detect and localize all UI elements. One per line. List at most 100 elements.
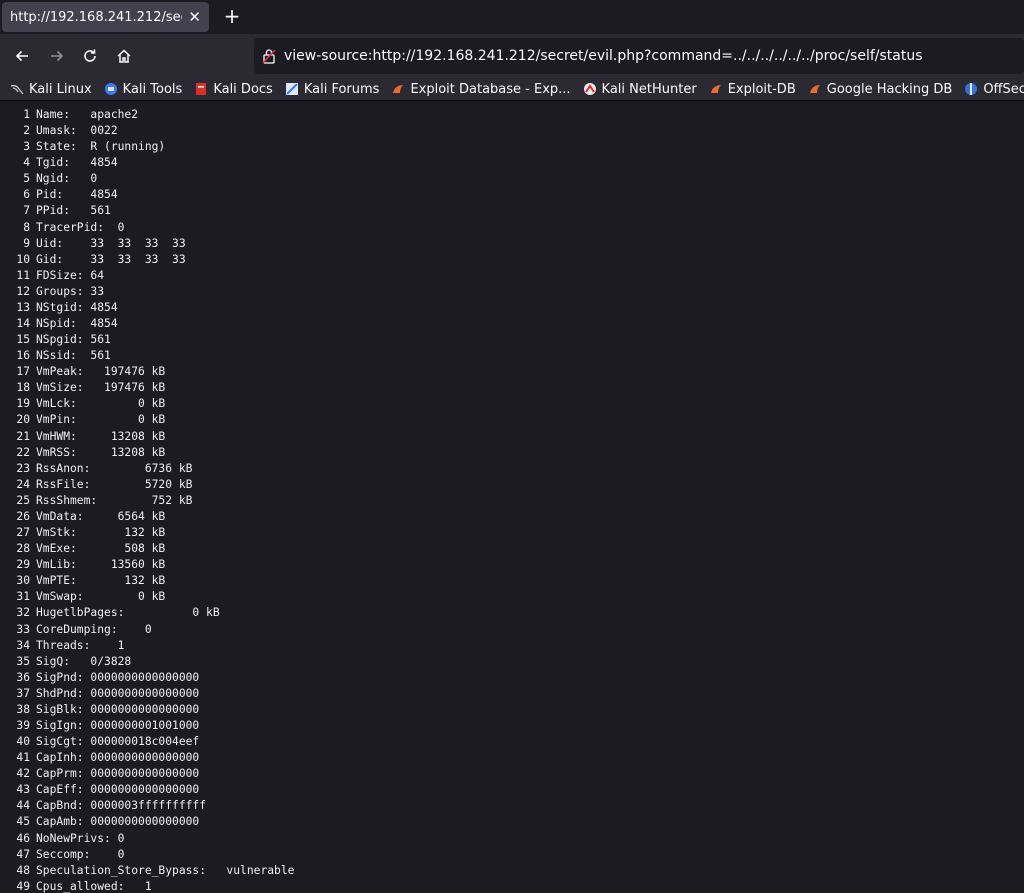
line-text: VmPeak: 197476 kB [36, 365, 166, 379]
line-number: 1 [23, 108, 30, 121]
bookmark-google-hacking-db[interactable]: Google Hacking DB [808, 82, 952, 97]
source-line: 18 VmSize: 197476 kB [0, 380, 1024, 396]
line-text: VmExe: 508 kB [36, 542, 166, 556]
source-line: 1 Name: apache2 [0, 107, 1024, 123]
bookmark-offsec[interactable]: OffSec [964, 82, 1024, 97]
bookmark-label: Kali NetHunter [601, 81, 697, 97]
line-number: 23 [16, 461, 30, 475]
bookmark-kali-linux[interactable]: Kali Linux [10, 82, 92, 97]
close-icon[interactable]: ✕ [188, 9, 201, 25]
line-text: Cpus_allowed: 1 [36, 879, 152, 893]
line-text: PPid: 561 [36, 204, 111, 218]
line-number: 46 [16, 831, 30, 845]
source-line: 17 VmPeak: 197476 kB [0, 364, 1024, 380]
source-line: 22 VmRSS: 13208 kB [0, 445, 1024, 461]
bookmark-kali-tools[interactable]: Kali Tools [104, 82, 182, 97]
line-text: CapEff: 0000000000000000 [36, 783, 200, 797]
line-number: 33 [16, 622, 30, 636]
source-line: 38 SigBlk: 0000000000000000 [0, 702, 1024, 718]
line-number: 32 [16, 606, 30, 620]
bookmark-kali-nethunter[interactable]: Kali NetHunter [583, 82, 697, 97]
line-text: CapInh: 0000000000000000 [36, 751, 200, 765]
line-number: 15 [16, 333, 30, 347]
bookmark-exploit-database[interactable]: Exploit Database - Exp... [391, 81, 571, 97]
source-line: 12 Groups: 33 [0, 284, 1024, 300]
line-text: RssAnon: 6736 kB [36, 461, 193, 475]
line-number: 49 [16, 879, 30, 893]
home-icon [117, 49, 131, 63]
line-number: 31 [16, 590, 30, 604]
source-line: 26 VmData: 6564 kB [0, 509, 1024, 525]
line-text: RssFile: 5720 kB [36, 477, 193, 491]
line-number: 26 [16, 509, 30, 523]
bookmark-label: Exploit Database - Exp... [410, 81, 571, 97]
source-line: 40 SigCgt: 000000018c004eef [0, 734, 1024, 750]
bookmark-label: Kali Linux [29, 81, 92, 97]
line-number: 37 [16, 686, 30, 700]
source-line: 45 CapAmb: 0000000000000000 [0, 814, 1024, 830]
line-text: VmHWM: 13208 kB [36, 429, 166, 443]
line-text: VmSwap: 0 kB [36, 590, 166, 604]
back-button[interactable] [10, 44, 34, 68]
line-number: 45 [16, 815, 30, 829]
tab-strip: http://192.168.241.212/secret/evil.php?c… [0, 0, 1024, 34]
kali-docs-icon [194, 82, 208, 96]
line-text: Threads: 1 [36, 638, 125, 652]
source-line: 3 State: R (running) [0, 139, 1024, 155]
line-text: VmLck: 0 kB [36, 397, 166, 411]
line-text: TracerPid: 0 [36, 220, 125, 234]
bookmark-kali-forums[interactable]: Kali Forums [285, 82, 379, 97]
line-number: 25 [16, 493, 30, 507]
source-line: 23 RssAnon: 6736 kB [0, 461, 1024, 477]
forward-button[interactable] [45, 44, 69, 68]
source-line: 30 VmPTE: 132 kB [0, 573, 1024, 589]
source-line: 8 TracerPid: 0 [0, 220, 1024, 236]
source-line: 27 VmStk: 132 kB [0, 525, 1024, 541]
line-number: 48 [16, 863, 30, 877]
line-number: 11 [16, 268, 30, 282]
source-line: 46 NoNewPrivs: 0 [0, 831, 1024, 847]
line-text: SigCgt: 000000018c004eef [36, 735, 200, 749]
source-line: 9 Uid: 33 33 33 33 [0, 236, 1024, 252]
line-number: 19 [16, 397, 30, 411]
source-line: 19 VmLck: 0 kB [0, 396, 1024, 412]
source-line: 21 VmHWM: 13208 kB [0, 429, 1024, 445]
reload-icon [84, 49, 96, 62]
line-text: Umask: 0022 [36, 124, 118, 138]
source-line: 15 NSpgid: 561 [0, 332, 1024, 348]
line-text: NStgid: 4854 [36, 300, 118, 314]
line-number: 7 [23, 204, 30, 218]
line-text: Name: apache2 [36, 108, 139, 121]
reload-button[interactable] [78, 44, 102, 68]
line-number: 16 [16, 349, 30, 363]
line-number: 44 [16, 799, 30, 813]
line-number: 20 [16, 413, 30, 427]
home-button[interactable] [112, 44, 136, 68]
source-line: 14 NSpid: 4854 [0, 316, 1024, 332]
line-number: 35 [16, 654, 30, 668]
bookmark-kali-docs[interactable]: Kali Docs [194, 82, 273, 97]
url-bar[interactable]: view-source:http://192.168.241.212/secre… [254, 38, 1024, 74]
source-line: 7 PPid: 561 [0, 203, 1024, 219]
line-number: 5 [23, 172, 30, 186]
kali-tools-icon [104, 82, 118, 96]
exploitdb-icon [391, 82, 405, 96]
line-text: CapBnd: 0000003ffffffffff [36, 799, 207, 813]
line-number: 14 [16, 317, 30, 331]
line-text: VmPTE: 132 kB [36, 574, 166, 588]
line-number: 38 [16, 702, 30, 716]
kali-forums-icon [285, 82, 299, 96]
line-text: VmStk: 132 kB [36, 526, 166, 540]
bookmark-exploit-db[interactable]: Exploit-DB [709, 82, 796, 97]
source-line: 33 CoreDumping: 0 [0, 622, 1024, 638]
source-line: 44 CapBnd: 0000003ffffffffff [0, 798, 1024, 814]
line-number: 8 [23, 220, 30, 234]
bookmarks-toolbar: Kali Linux Kali Tools Kali Docs Kali For… [0, 78, 1024, 100]
line-number: 10 [16, 252, 30, 266]
url-text: view-source:http://192.168.241.212/secre… [284, 48, 923, 64]
line-text: FDSize: 64 [36, 268, 105, 282]
source-line: 11 FDSize: 64 [0, 268, 1024, 284]
source-line: 39 SigIgn: 0000000001001000 [0, 718, 1024, 734]
active-tab[interactable]: http://192.168.241.212/secret/evil.php?c… [2, 2, 209, 32]
new-tab-button[interactable]: + [222, 5, 242, 27]
